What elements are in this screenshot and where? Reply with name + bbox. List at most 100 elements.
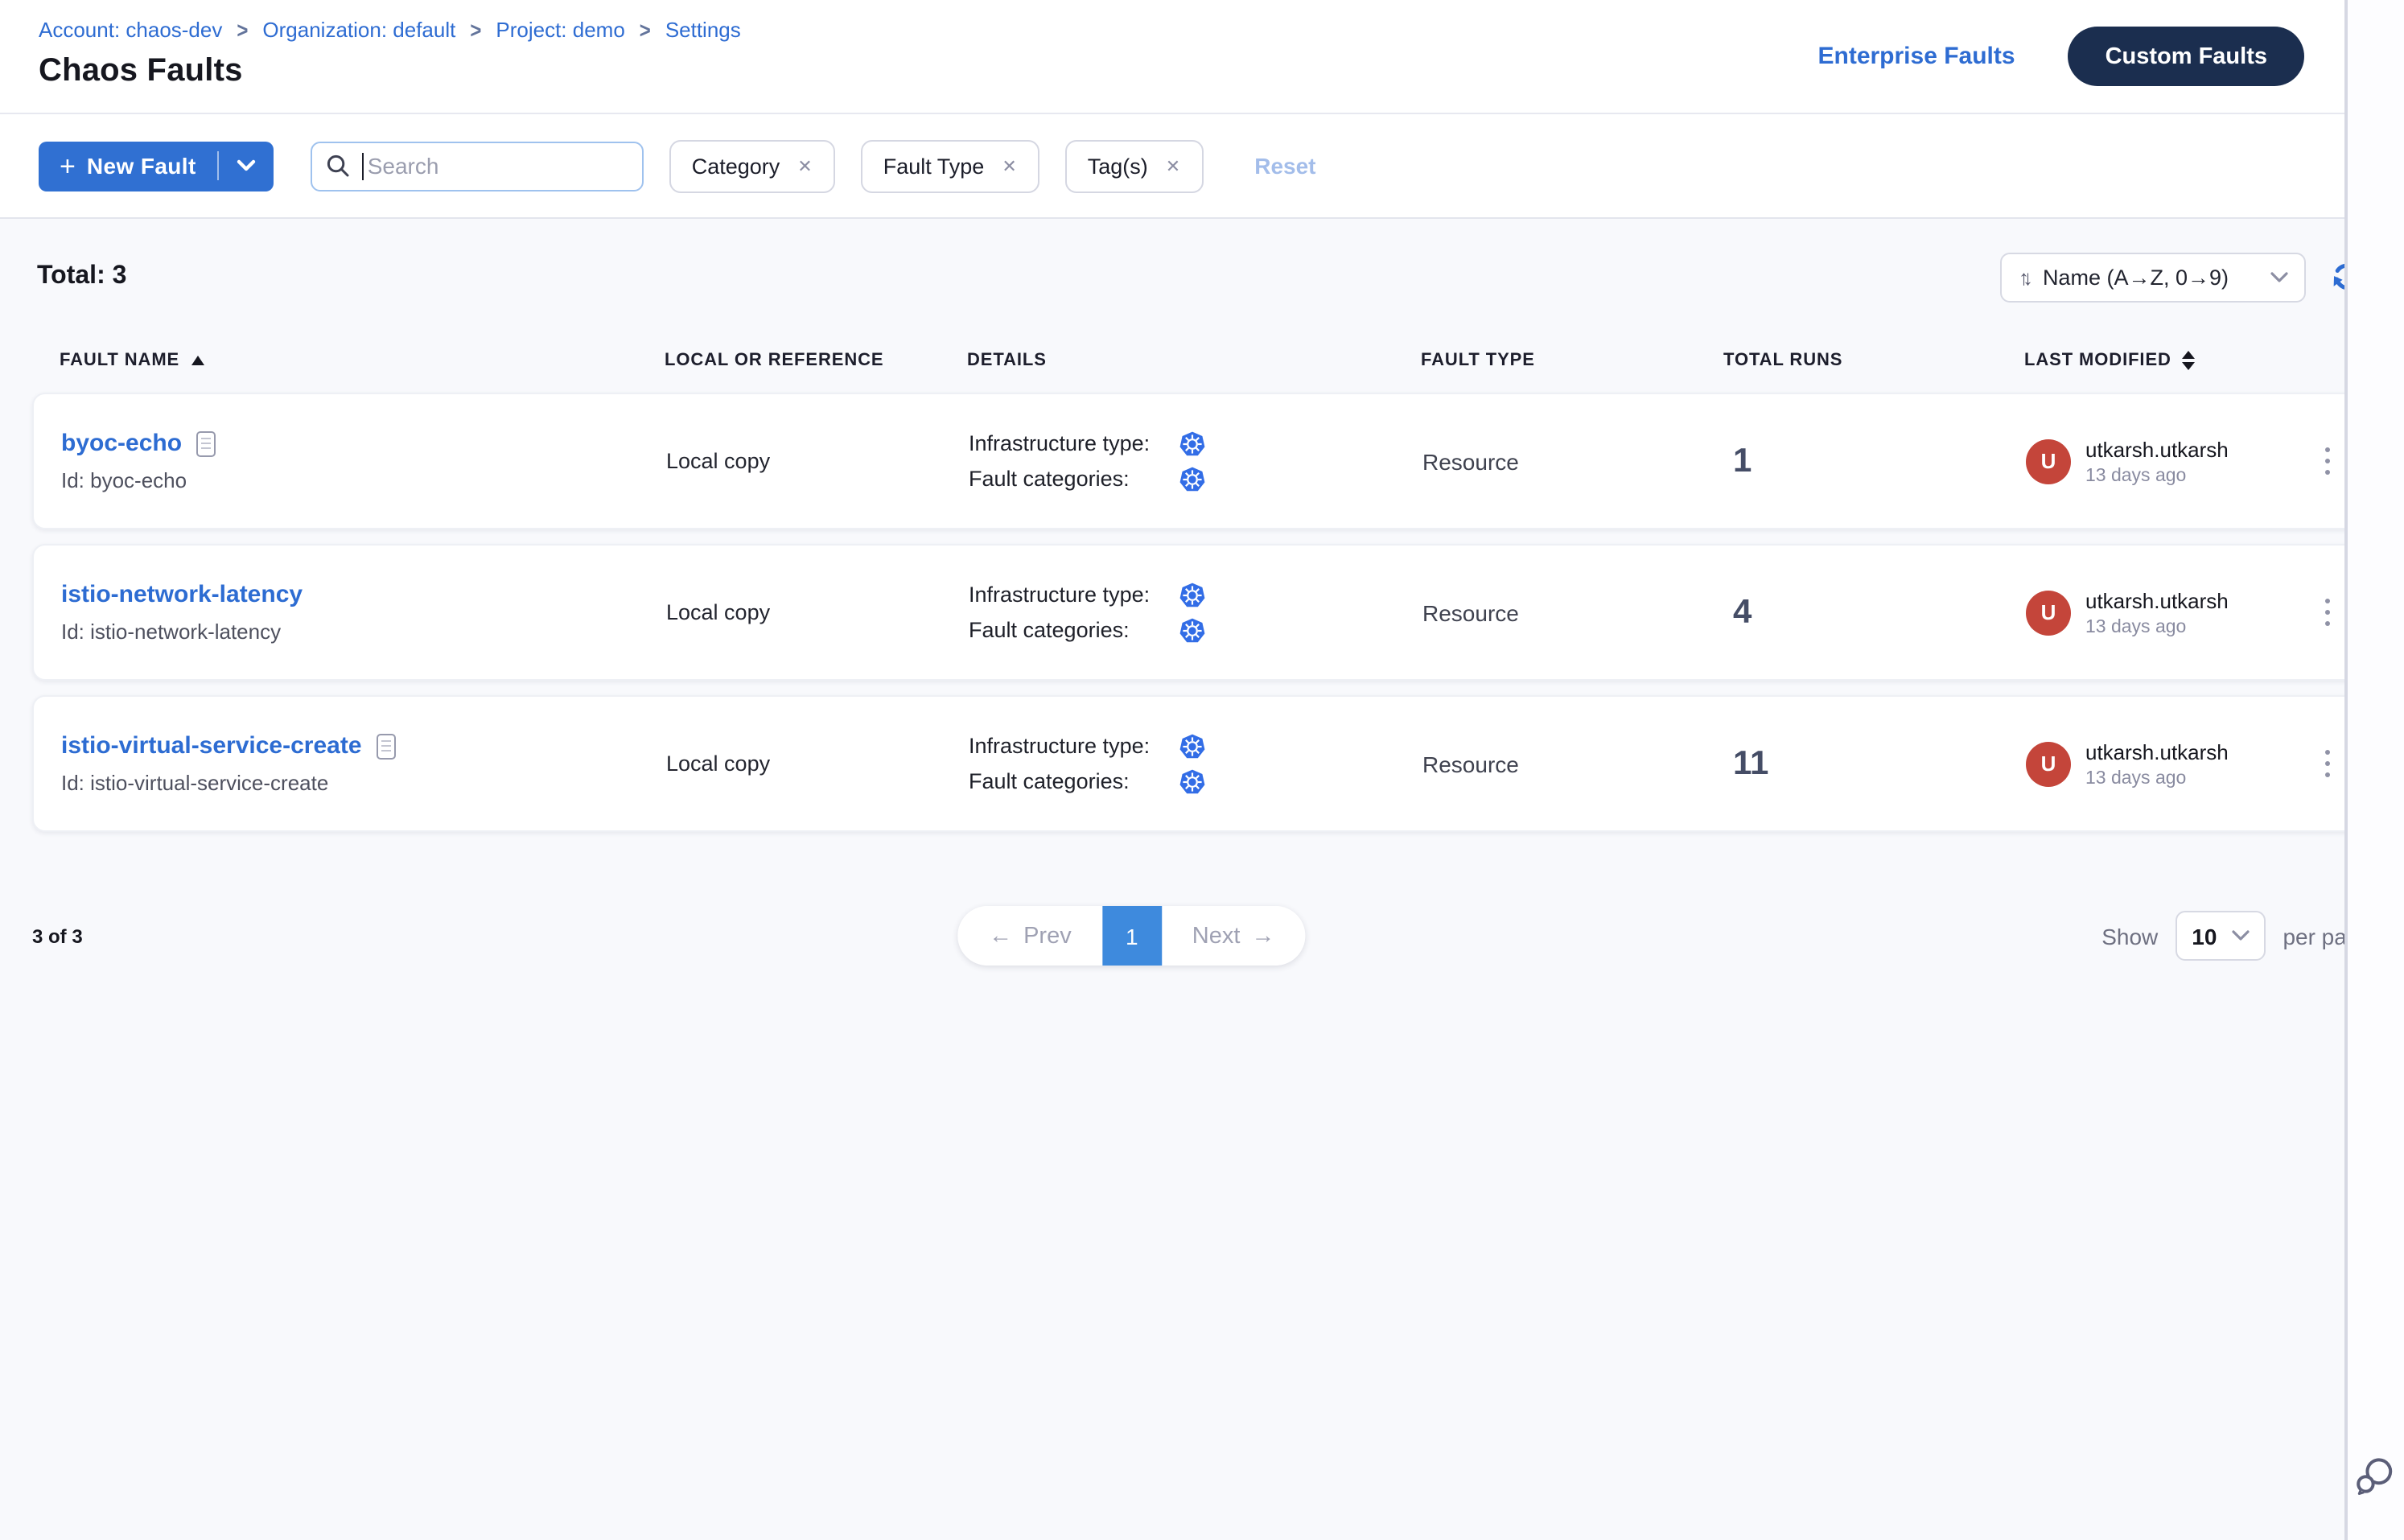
modified-by: utkarsh.utkarsh <box>2085 739 2229 764</box>
details-cell: Infrastructure type: Fault categories: <box>969 733 1422 794</box>
next-page-button[interactable]: Next→ <box>1162 906 1306 966</box>
fault-name-link[interactable]: istio-virtual-service-create <box>61 732 362 760</box>
search-input[interactable] <box>364 153 629 179</box>
kubernetes-icon <box>1179 617 1205 643</box>
fault-id: Id: istio-virtual-service-create <box>61 771 666 795</box>
plus-icon: + <box>60 152 76 179</box>
breadcrumb-settings[interactable]: Settings <box>665 18 741 42</box>
column-total-runs: TOTAL RUNS <box>1723 351 2024 370</box>
breadcrumb-separator-icon: > <box>237 17 248 43</box>
filter-chip-category[interactable]: Category ✕ <box>669 139 835 192</box>
table-row[interactable]: istio-virtual-service-create Id: istio-v… <box>32 695 2372 832</box>
sort-label: Name (A→Z, 0→9) <box>2043 265 2229 289</box>
fault-categories-label: Fault categories: <box>969 467 1179 491</box>
page-size-value: 10 <box>2192 923 2217 949</box>
column-fault-type: FAULT TYPE <box>1421 351 1723 370</box>
fault-rows: byoc-echo Id: byoc-echo Local copy Infra… <box>32 393 2372 832</box>
fault-name-link[interactable]: byoc-echo <box>61 430 182 457</box>
total-runs-value: 1 <box>1725 442 2026 480</box>
chaos-faults-page: Account: chaos-dev > Organization: defau… <box>0 0 2404 1540</box>
avatar: U <box>2026 439 2071 484</box>
search-box[interactable] <box>311 141 644 191</box>
current-page-button[interactable]: 1 <box>1102 906 1162 966</box>
details-cell: Infrastructure type: Fault categories: <box>969 430 1422 492</box>
table-header: FAULT NAME LOCAL OR REFERENCE DETAILS FA… <box>32 343 2372 378</box>
filter-chip-fault-type[interactable]: Fault Type ✕ <box>861 139 1039 192</box>
fault-id: Id: istio-network-latency <box>61 620 666 644</box>
chat-help-button[interactable] <box>2353 1455 2396 1498</box>
faults-list: Total: 3 ↑↓ Name (A→Z, 0→9) FAULT NAME <box>0 251 2404 1030</box>
new-fault-dropdown-toggle[interactable] <box>219 159 274 172</box>
column-details: DETAILS <box>967 351 1421 370</box>
fault-card-icon[interactable] <box>196 430 216 456</box>
remove-filter-icon[interactable]: ✕ <box>1166 155 1180 176</box>
arrow-left-icon: ← <box>989 923 1012 949</box>
toolbar: + New Fault Category ✕ Fault Type ✕ Tag(… <box>0 114 2404 219</box>
modified-by: utkarsh.utkarsh <box>2085 588 2229 612</box>
kubernetes-icon <box>1179 466 1205 492</box>
sort-both-icon <box>2183 351 2196 370</box>
filter-chip-label: Tag(s) <box>1088 154 1148 178</box>
breadcrumb-separator-icon: > <box>470 17 481 43</box>
breadcrumb-project[interactable]: Project: demo <box>496 18 624 42</box>
fault-card-icon[interactable] <box>377 733 396 759</box>
fault-type-value: Resource <box>1422 751 1725 776</box>
local-or-reference-value: Local copy <box>666 600 969 624</box>
row-menu-button[interactable] <box>2311 740 2343 788</box>
new-fault-button[interactable]: + New Fault <box>39 141 274 191</box>
breadcrumb-separator-icon: > <box>640 17 651 43</box>
modified-date: 13 days ago <box>2085 617 2229 636</box>
kubernetes-icon <box>1179 768 1205 794</box>
fault-name-cell: byoc-echo Id: byoc-echo <box>61 430 666 492</box>
total-runs-value: 4 <box>1725 593 2026 632</box>
remove-filter-icon[interactable]: ✕ <box>797 155 812 176</box>
arrow-right-icon: → <box>1251 923 1274 949</box>
page-size-control: Show 10 per page <box>2101 911 2372 961</box>
last-modified-cell: U utkarsh.utkarsh13 days ago <box>2026 588 2285 636</box>
page-size-dropdown[interactable]: 10 <box>2176 911 2265 961</box>
fault-type-value: Resource <box>1422 448 1725 474</box>
row-menu-button[interactable] <box>2311 438 2343 485</box>
column-last-modified[interactable]: LAST MODIFIED <box>2024 351 2287 370</box>
kubernetes-icon <box>1179 582 1205 607</box>
fault-name-cell: istio-network-latency Id: istio-network-… <box>61 581 666 644</box>
last-modified-cell: U utkarsh.utkarsh13 days ago <box>2026 437 2285 485</box>
custom-faults-button[interactable]: Custom Faults <box>2069 27 2304 86</box>
column-local-or-reference: LOCAL OR REFERENCE <box>665 351 967 370</box>
table-row[interactable]: byoc-echo Id: byoc-echo Local copy Infra… <box>32 393 2372 529</box>
modified-date: 13 days ago <box>2085 466 2229 485</box>
filter-chip-tags[interactable]: Tag(s) ✕ <box>1065 139 1203 192</box>
column-fault-name[interactable]: FAULT NAME <box>60 351 665 370</box>
local-or-reference-value: Local copy <box>666 751 969 776</box>
fault-categories-label: Fault categories: <box>969 618 1179 642</box>
fault-name-cell: istio-virtual-service-create Id: istio-v… <box>61 732 666 795</box>
pager: ←Prev 1 Next→ <box>958 906 1305 966</box>
enterprise-faults-link[interactable]: Enterprise Faults <box>1818 43 2015 70</box>
reset-filters-button[interactable]: Reset <box>1254 153 1315 179</box>
fault-name-link[interactable]: istio-network-latency <box>61 581 303 608</box>
row-menu-button[interactable] <box>2311 589 2343 636</box>
sort-arrows-icon: ↑↓ <box>2019 265 2027 289</box>
chevron-down-icon <box>2270 271 2288 282</box>
chevron-down-icon <box>237 159 256 172</box>
filter-chip-label: Category <box>692 154 780 178</box>
prev-page-button[interactable]: ←Prev <box>958 906 1102 966</box>
total-count: Total: 3 <box>37 262 126 291</box>
details-cell: Infrastructure type: Fault categories: <box>969 582 1422 643</box>
pagination: 3 of 3 ←Prev 1 Next→ Show 10 per page <box>32 906 2372 966</box>
infrastructure-type-label: Infrastructure type: <box>969 431 1179 455</box>
breadcrumb-account[interactable]: Account: chaos-dev <box>39 18 222 42</box>
kubernetes-icon <box>1179 733 1205 759</box>
fault-type-value: Resource <box>1422 599 1725 625</box>
search-icon <box>325 153 351 179</box>
sort-dropdown[interactable]: ↑↓ Name (A→Z, 0→9) <box>2001 252 2306 302</box>
show-label: Show <box>2101 923 2158 949</box>
breadcrumb-organization[interactable]: Organization: default <box>262 18 455 42</box>
fault-id: Id: byoc-echo <box>61 468 666 492</box>
list-head-row: Total: 3 ↑↓ Name (A→Z, 0→9) <box>32 251 2372 303</box>
table-row[interactable]: istio-network-latency Id: istio-network-… <box>32 544 2372 681</box>
fault-categories-label: Fault categories: <box>969 769 1179 793</box>
remove-filter-icon[interactable]: ✕ <box>1002 155 1016 176</box>
range-label: 3 of 3 <box>32 924 83 947</box>
filter-chip-label: Fault Type <box>883 154 985 178</box>
